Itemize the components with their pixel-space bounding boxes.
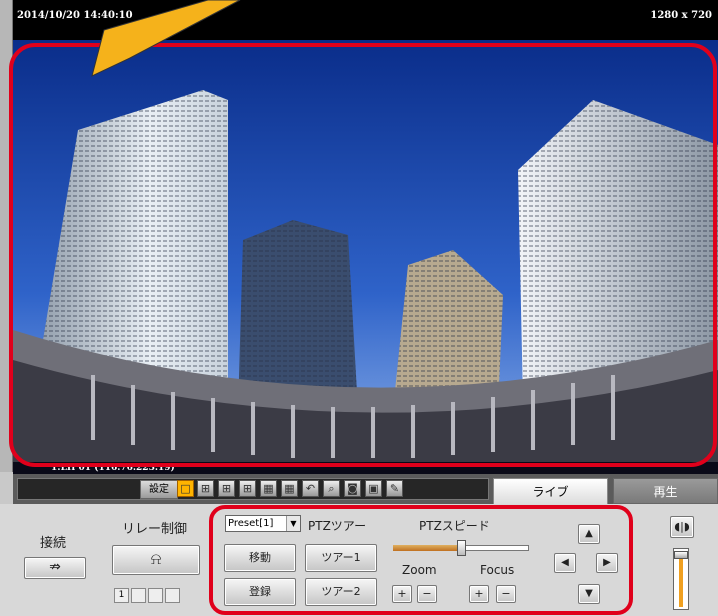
undo-icon[interactable]: ↶ <box>302 480 319 497</box>
settings-button[interactable]: 設定 <box>140 480 178 499</box>
volume-slider[interactable] <box>673 548 689 610</box>
edit-icon[interactable]: ✎ <box>386 480 403 497</box>
relay-alarm-button[interactable]: ⍾ <box>112 545 200 575</box>
fullscreen-icon[interactable]: ▣ <box>365 480 382 497</box>
tab-playback[interactable]: 再生 <box>613 478 718 504</box>
relay-1-button[interactable]: 1 <box>114 588 129 603</box>
speaker-icon: ◖|◗ <box>674 520 690 533</box>
layout-grid-icon[interactable]: ▦ <box>281 480 298 497</box>
layout-4-icon[interactable]: ⊞ <box>197 480 214 497</box>
volume-fill <box>679 557 683 607</box>
relay-4-button[interactable] <box>165 588 180 603</box>
connect-label: 接続 <box>40 536 67 551</box>
camera-snapshot-icon[interactable]: ◙ <box>344 480 361 497</box>
layout-single-icon[interactable]: □ <box>177 480 194 497</box>
tab-live[interactable]: ライブ <box>493 478 608 504</box>
resolution: 1280 x 720 <box>650 10 712 21</box>
volume-thumb[interactable] <box>674 551 688 559</box>
audio-button[interactable]: ◖|◗ <box>670 516 694 538</box>
disconnect-icon: ⇏ <box>49 559 61 575</box>
pointer-arrow <box>91 0 241 77</box>
zoom-icon[interactable]: ⌕ <box>323 480 340 497</box>
relay-3-button[interactable] <box>148 588 163 603</box>
video-highlight-box <box>9 43 717 467</box>
relay-label: リレー制御 <box>122 522 188 537</box>
layout-wide-icon[interactable]: ▦ <box>260 480 277 497</box>
alarm-light-icon: ⍾ <box>150 549 162 568</box>
connect-button[interactable]: ⇏ <box>24 557 86 579</box>
layout-9-icon[interactable]: ⊞ <box>218 480 235 497</box>
view-toolbar: 設定 □ ⊞ ⊞ ⊞ ▦ ▦ ↶ ⌕ ◙ ▣ ✎ ライブ 再生 <box>13 474 718 504</box>
layout-16-icon[interactable]: ⊞ <box>239 480 256 497</box>
ptz-highlight-box <box>209 505 633 615</box>
relay-2-button[interactable] <box>131 588 146 603</box>
